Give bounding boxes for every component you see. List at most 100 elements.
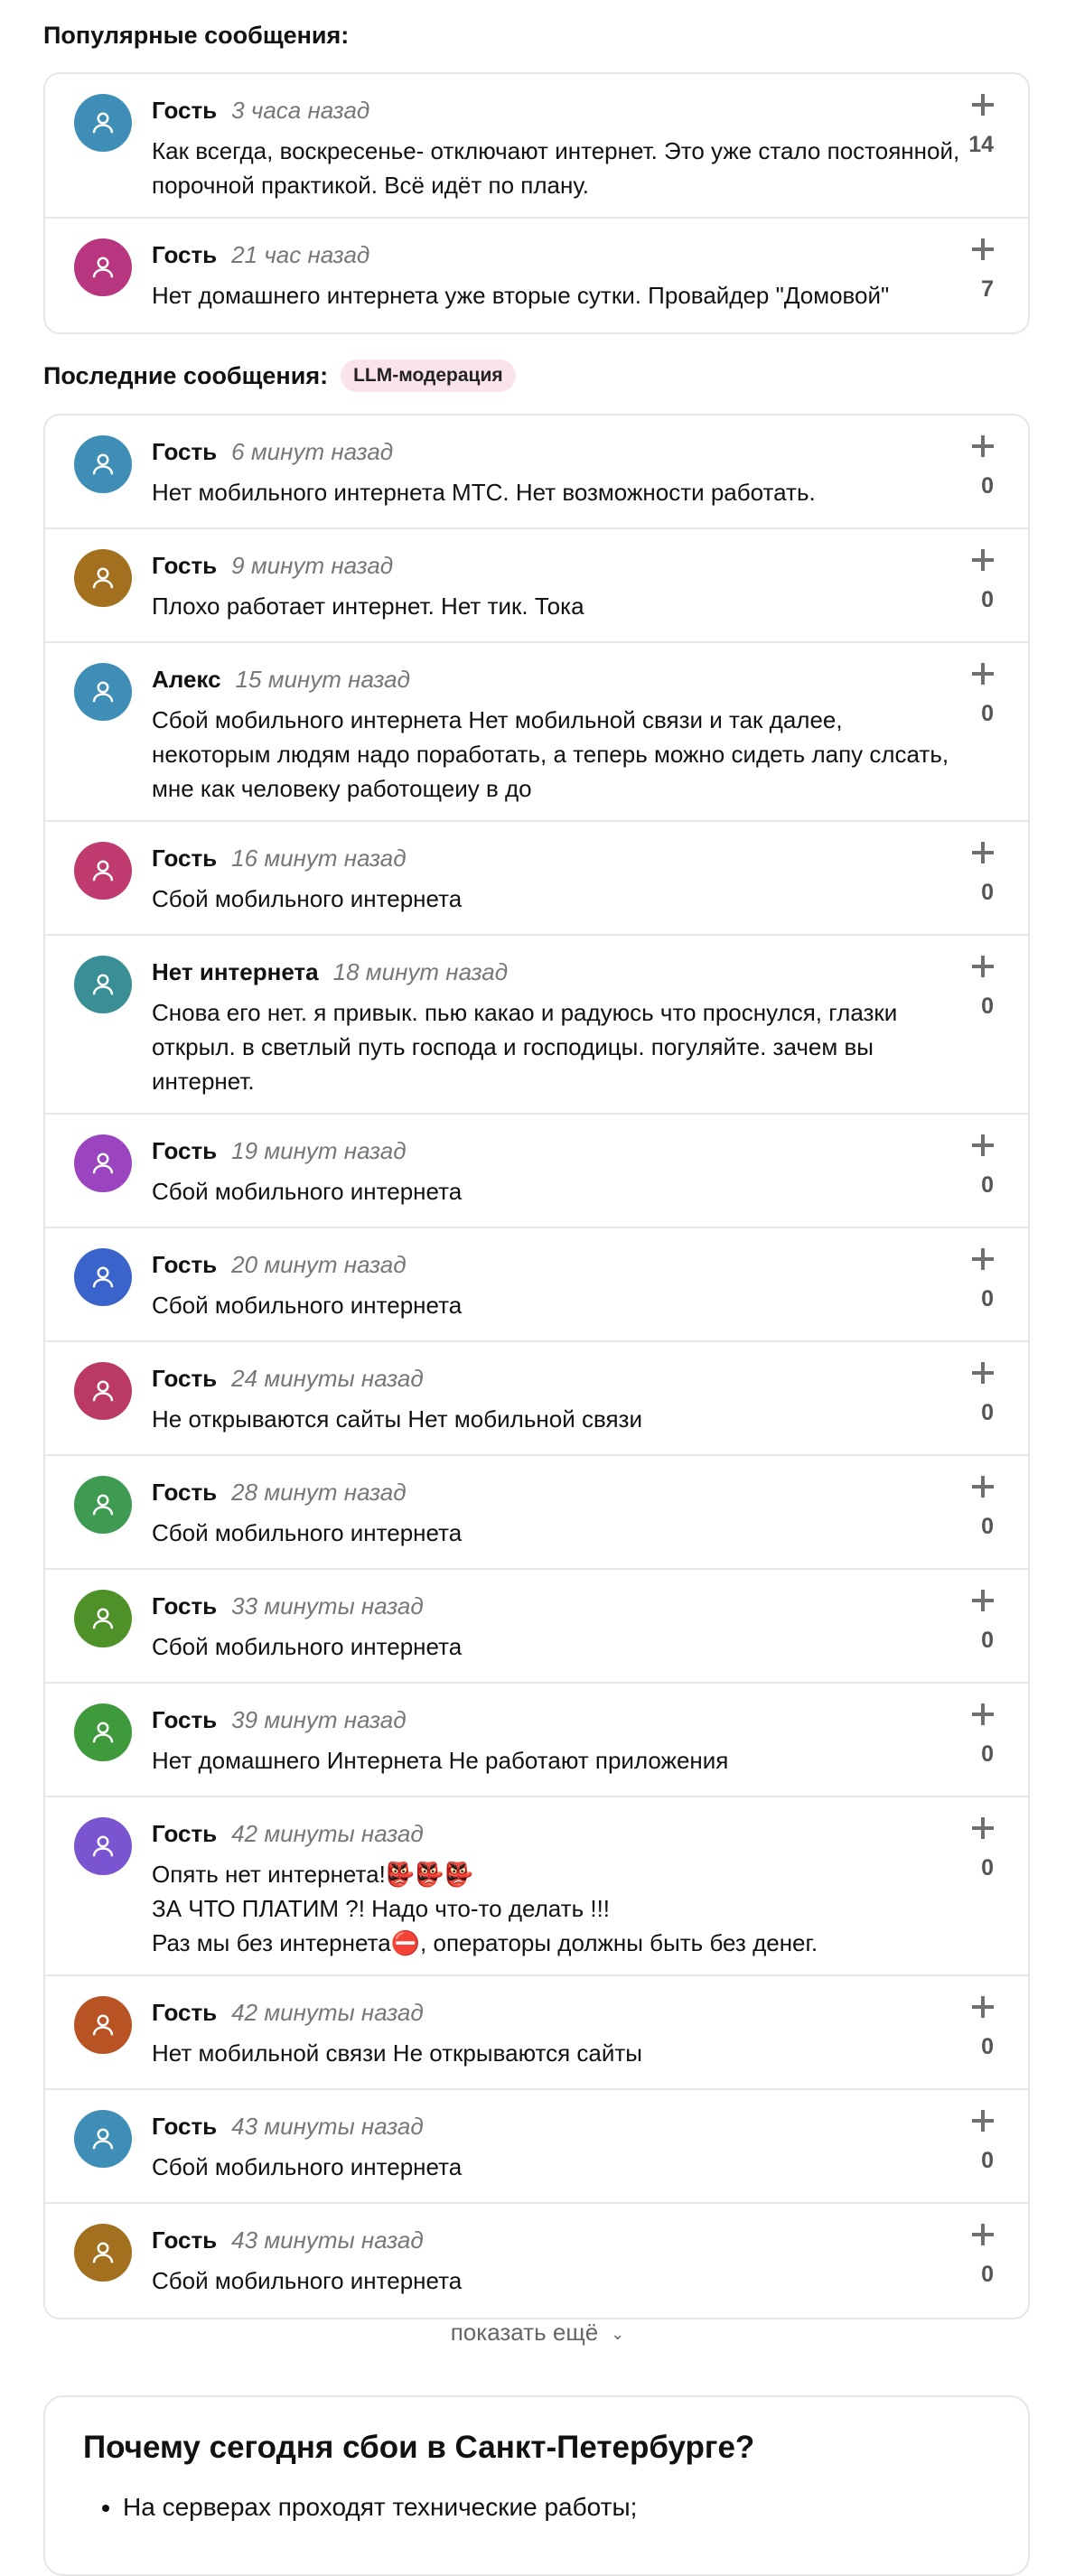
author-name[interactable]: Гость — [152, 1365, 217, 1392]
message-meta: Гость 28 минут назад — [152, 1476, 407, 1508]
avatar[interactable] — [74, 1817, 132, 1875]
upvote-button[interactable] — [972, 1134, 994, 1156]
message-time: 39 минут назад — [231, 1706, 407, 1733]
upvote-button[interactable] — [972, 2110, 994, 2132]
upvote-button[interactable] — [972, 238, 994, 260]
upvote-button[interactable] — [972, 842, 994, 863]
show-more-button[interactable]: показать ещё ⌄ — [0, 2319, 1075, 2347]
vote-count: 0 — [981, 473, 994, 499]
avatar[interactable] — [74, 663, 132, 721]
avatar[interactable] — [74, 2224, 132, 2282]
user-icon — [92, 1722, 114, 1743]
list-item: На серверах проходят технические работы; — [123, 2493, 637, 2522]
upvote-button[interactable] — [972, 1476, 994, 1498]
author-name[interactable]: Гость — [152, 1479, 217, 1506]
message-meta: Гость 24 минуты назад — [152, 1362, 424, 1395]
message-meta: Гость 33 минуты назад — [152, 1590, 424, 1622]
message-meta: Гость 16 минут назад — [152, 842, 407, 874]
message-time: 43 минуты назад — [231, 2226, 424, 2254]
avatar[interactable] — [74, 549, 132, 607]
message-time: 43 минуты назад — [231, 2113, 424, 2140]
message-text: Опять нет интернета!👺👺👺 ЗА ЧТО ПЛАТИМ ?!… — [152, 1857, 965, 1960]
author-name[interactable]: Алекс — [152, 666, 221, 693]
list-item: Гость 6 минут назад Нет мобильного интерн… — [45, 415, 1028, 529]
author-name[interactable]: Нет интернета — [152, 958, 319, 985]
chevron-down-icon: ⌄ — [611, 2324, 625, 2343]
vote-count: 0 — [981, 1286, 994, 1311]
avatar[interactable] — [74, 1996, 132, 2054]
author-name[interactable]: Гость — [152, 1137, 217, 1164]
list-item: Гость 19 минут назад Сбой мобильного инте… — [45, 1115, 1028, 1228]
avatar[interactable] — [74, 1362, 132, 1420]
avatar[interactable] — [74, 2110, 132, 2168]
popular-list: Гость 3 часа назад Как всегда, воскресень… — [43, 72, 1030, 334]
message-meta: Гость 3 часа назад — [152, 94, 369, 126]
list-item: Гость 3 часа назад Как всегда, воскресень… — [45, 74, 1028, 219]
message-meta: Гость 20 минут назад — [152, 1248, 407, 1281]
message-text: Не открываются сайты Нет мобильной связи — [152, 1405, 642, 1433]
upvote-button[interactable] — [972, 956, 994, 977]
upvote-button[interactable] — [972, 1703, 994, 1725]
vote-count: 0 — [981, 1855, 994, 1881]
author-name[interactable]: Гость — [152, 1999, 217, 2026]
avatar[interactable] — [74, 1476, 132, 1534]
list-item: Гость 16 минут назад Сбой мобильного инте… — [45, 822, 1028, 936]
avatar[interactable] — [74, 1590, 132, 1647]
message-text: Сбой мобильного интернета — [152, 1519, 463, 1546]
user-icon — [92, 2128, 114, 2150]
message-meta: Нет интернета 18 минут назад — [152, 956, 508, 988]
message-time: 42 минуты назад — [231, 1820, 424, 1847]
upvote-button[interactable] — [972, 1362, 994, 1384]
avatar[interactable] — [74, 956, 132, 1013]
upvote-button[interactable] — [972, 549, 994, 571]
author-name[interactable]: Гость — [152, 1251, 217, 1278]
author-name[interactable]: Гость — [152, 1706, 217, 1733]
list-item: Гость 24 минуты назад Не открываются сайт… — [45, 1342, 1028, 1456]
upvote-button[interactable] — [972, 1248, 994, 1270]
vote-count: 0 — [981, 880, 994, 905]
avatar[interactable] — [74, 842, 132, 900]
vote-count: 0 — [981, 701, 994, 726]
author-name[interactable]: Гость — [152, 438, 217, 465]
author-name[interactable]: Гость — [152, 2226, 217, 2254]
vote-count: 14 — [968, 132, 994, 157]
user-icon — [92, 1494, 114, 1516]
vote-count: 0 — [981, 1741, 994, 1767]
message-text: Нет домашнего интернета уже вторые сутки… — [152, 282, 890, 309]
author-name[interactable]: Гость — [152, 845, 217, 872]
user-icon — [92, 453, 114, 475]
avatar[interactable] — [74, 1703, 132, 1761]
message-time: 9 минут назад — [231, 552, 394, 579]
upvote-button[interactable] — [972, 1996, 994, 2018]
upvote-button[interactable] — [972, 1590, 994, 1611]
vote-count: 7 — [981, 276, 994, 302]
avatar[interactable] — [74, 435, 132, 493]
upvote-button[interactable] — [972, 1817, 994, 1839]
upvote-button[interactable] — [972, 663, 994, 685]
user-icon — [92, 1380, 114, 1402]
author-name[interactable]: Гость — [152, 1820, 217, 1847]
author-name[interactable]: Гость — [152, 97, 217, 124]
list-item: Гость 43 минуты назад Сбой мобильного инт… — [45, 2204, 1028, 2318]
upvote-button[interactable] — [972, 94, 994, 116]
user-icon — [92, 860, 114, 882]
user-icon — [92, 567, 114, 589]
user-icon — [92, 681, 114, 703]
upvote-button[interactable] — [972, 435, 994, 457]
avatar[interactable] — [74, 238, 132, 296]
avatar[interactable] — [74, 94, 132, 152]
author-name[interactable]: Гость — [152, 2113, 217, 2140]
author-name[interactable]: Гость — [152, 1592, 217, 1619]
avatar[interactable] — [74, 1248, 132, 1306]
list-item: Алекс 15 минут назад Сбой мобильного инте… — [45, 643, 1028, 822]
user-icon — [92, 1153, 114, 1174]
message-time: 33 минуты назад — [231, 1592, 424, 1619]
message-text: Как всегда, воскресенье- отключают интер… — [152, 137, 960, 199]
message-time: 42 минуты назад — [231, 1999, 424, 2026]
author-name[interactable]: Гость — [152, 552, 217, 579]
message-time: 3 часа назад — [231, 97, 370, 124]
upvote-button[interactable] — [972, 2224, 994, 2245]
author-name[interactable]: Гость — [152, 241, 217, 268]
message-time: 28 минут назад — [231, 1479, 407, 1506]
avatar[interactable] — [74, 1134, 132, 1192]
